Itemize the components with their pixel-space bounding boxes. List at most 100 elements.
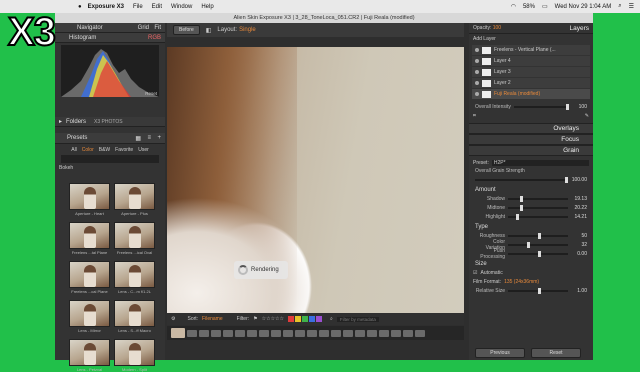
menu-window[interactable]: Window bbox=[171, 4, 192, 10]
preset-thumb[interactable]: Freelens ...tal Plane bbox=[69, 222, 110, 255]
relative-size-track[interactable] bbox=[508, 287, 568, 294]
list-view-icon[interactable]: ≡ bbox=[147, 135, 151, 141]
amount-slider[interactable]: Midtone 20.22 bbox=[469, 203, 593, 212]
visibility-icon[interactable] bbox=[475, 70, 479, 74]
filmstrip[interactable] bbox=[167, 326, 464, 340]
before-button[interactable]: Before bbox=[173, 25, 200, 35]
search-icon[interactable]: ⌕ bbox=[618, 3, 621, 10]
apple-icon[interactable]: ● bbox=[78, 4, 82, 10]
star-rating-filter[interactable]: ☆☆☆☆☆ bbox=[262, 316, 284, 322]
filmstrip-thumb[interactable] bbox=[331, 329, 341, 337]
filmstrip-thumb[interactable] bbox=[187, 329, 197, 337]
automatic-checkbox[interactable]: ☑ bbox=[473, 270, 477, 276]
filmstrip-thumb[interactable] bbox=[307, 329, 317, 337]
preset-search-input[interactable] bbox=[61, 155, 159, 163]
filmstrip-thumb[interactable] bbox=[223, 329, 233, 337]
flag-icon[interactable]: ⚑ bbox=[253, 316, 257, 322]
relative-size-value[interactable]: 1.00 bbox=[571, 288, 587, 294]
slider-value[interactable]: 20.22 bbox=[571, 205, 587, 211]
presets-header[interactable]: Presets ▦ ≡ + bbox=[55, 133, 165, 144]
filmstrip-thumb[interactable] bbox=[403, 329, 413, 337]
reset-button[interactable]: Reset bbox=[531, 348, 581, 358]
filmstrip-thumb[interactable] bbox=[247, 329, 257, 337]
layer-row[interactable]: Freelens - Vertical Plane (... bbox=[472, 45, 590, 55]
tab-favorite[interactable]: Favorite bbox=[115, 147, 133, 153]
visibility-icon[interactable] bbox=[475, 92, 479, 96]
tab-all[interactable]: All bbox=[71, 147, 77, 153]
filmstrip-thumb[interactable] bbox=[367, 329, 377, 337]
filmstrip-thumb[interactable] bbox=[295, 329, 305, 337]
layers-label[interactable]: Layers bbox=[569, 25, 589, 32]
slider-value[interactable]: 14.21 bbox=[571, 214, 587, 220]
filmstrip-thumb[interactable] bbox=[283, 329, 293, 337]
slider-value[interactable]: 50 bbox=[571, 233, 587, 239]
tab-bw[interactable]: B&W bbox=[99, 147, 110, 153]
menu-help[interactable]: Help bbox=[201, 4, 213, 10]
amount-slider[interactable]: Shadow 19.13 bbox=[469, 194, 593, 203]
slider-track[interactable] bbox=[508, 232, 568, 239]
opacity-value[interactable]: 100 bbox=[493, 25, 501, 31]
visibility-icon[interactable] bbox=[475, 81, 479, 85]
filmstrip-thumb[interactable] bbox=[259, 329, 269, 337]
tab-color[interactable]: Color bbox=[82, 147, 94, 153]
preset-thumb[interactable]: Modern - Split bbox=[114, 339, 155, 372]
search-icon[interactable]: ⌕ bbox=[330, 316, 333, 322]
preset-thumb[interactable]: Lens - Mirror bbox=[69, 300, 110, 333]
preset-thumb[interactable]: Freelens ...cal Plane bbox=[69, 261, 110, 294]
slider-knob[interactable] bbox=[538, 250, 541, 257]
visibility-icon[interactable] bbox=[475, 48, 479, 52]
color-swatch[interactable] bbox=[316, 316, 323, 322]
slider-knob[interactable] bbox=[527, 241, 531, 248]
menu-clock[interactable]: Wed Nov 29 1:04 AM bbox=[555, 4, 612, 10]
wifi-icon[interactable]: ◠ bbox=[511, 3, 516, 10]
filmstrip-thumb[interactable] bbox=[211, 329, 221, 337]
folders-header[interactable]: ▸ Folders X3 PHOTOS bbox=[55, 117, 165, 127]
layer-row[interactable]: Layer 3 bbox=[472, 67, 590, 77]
slider-knob[interactable] bbox=[520, 204, 523, 211]
filmstrip-thumb[interactable] bbox=[355, 329, 365, 337]
preset-group-bokeh[interactable]: Bokeh bbox=[55, 165, 165, 171]
grid-view-icon[interactable]: ▦ bbox=[135, 135, 141, 142]
previous-button[interactable]: Previous bbox=[475, 348, 525, 358]
overall-grain-value[interactable]: 100.00 bbox=[571, 177, 587, 183]
color-swatch[interactable] bbox=[288, 316, 295, 322]
color-swatch[interactable] bbox=[309, 316, 316, 322]
filmstrip-thumb[interactable] bbox=[415, 329, 425, 337]
metadata-filter-input[interactable]: Filter by metadata bbox=[336, 316, 379, 322]
histogram-mode[interactable]: RGB bbox=[148, 35, 161, 41]
slider-value[interactable]: 19.13 bbox=[571, 196, 587, 202]
tab-user[interactable]: User bbox=[138, 147, 149, 153]
slider-track[interactable] bbox=[508, 250, 568, 257]
compare-icon[interactable]: ◧ bbox=[206, 27, 212, 34]
menu-app-name[interactable]: Exposure X3 bbox=[88, 4, 124, 10]
slider-track[interactable] bbox=[508, 213, 568, 220]
film-format-select[interactable]: 135 (24x36mm) bbox=[504, 279, 539, 285]
slider-track[interactable] bbox=[508, 241, 568, 248]
preset-thumb[interactable]: Lens - S...ff Macro bbox=[114, 300, 155, 333]
slider-knob[interactable] bbox=[538, 232, 541, 239]
slider-value[interactable]: 32 bbox=[571, 242, 587, 248]
overall-intensity-value[interactable]: 100 bbox=[571, 104, 587, 110]
visibility-icon[interactable] bbox=[475, 59, 479, 63]
crop-icon[interactable]: ⌗ bbox=[473, 113, 476, 119]
filmstrip-thumb[interactable] bbox=[319, 329, 329, 337]
color-swatch[interactable] bbox=[302, 316, 309, 322]
filmstrip-thumb-selected[interactable] bbox=[171, 328, 185, 338]
list-icon[interactable]: ☰ bbox=[629, 3, 634, 10]
layer-row[interactable]: Layer 4 bbox=[472, 56, 590, 66]
add-layer-button[interactable]: Add Layer bbox=[473, 36, 496, 42]
brush-icon[interactable]: ✎ bbox=[585, 113, 589, 119]
overlays-header[interactable]: Overlays bbox=[469, 123, 593, 134]
navigator-header[interactable]: Navigator Grid Fit bbox=[55, 23, 165, 33]
overall-intensity-track[interactable] bbox=[513, 103, 570, 110]
grain-header[interactable]: Grain bbox=[469, 145, 593, 156]
histogram-reset[interactable]: Reset bbox=[145, 91, 157, 96]
preset-thumb[interactable]: Freelens ...ical Oval bbox=[114, 222, 155, 255]
preset-thumb[interactable]: Aperture - Heart bbox=[69, 183, 110, 216]
slider-value[interactable]: 0.00 bbox=[571, 251, 587, 257]
image-canvas[interactable] bbox=[167, 47, 464, 313]
add-preset-icon[interactable]: + bbox=[157, 135, 161, 141]
menu-edit[interactable]: Edit bbox=[152, 4, 162, 10]
overall-grain-track[interactable] bbox=[475, 177, 569, 183]
preset-thumb[interactable]: Lens - Petzval bbox=[69, 339, 110, 372]
